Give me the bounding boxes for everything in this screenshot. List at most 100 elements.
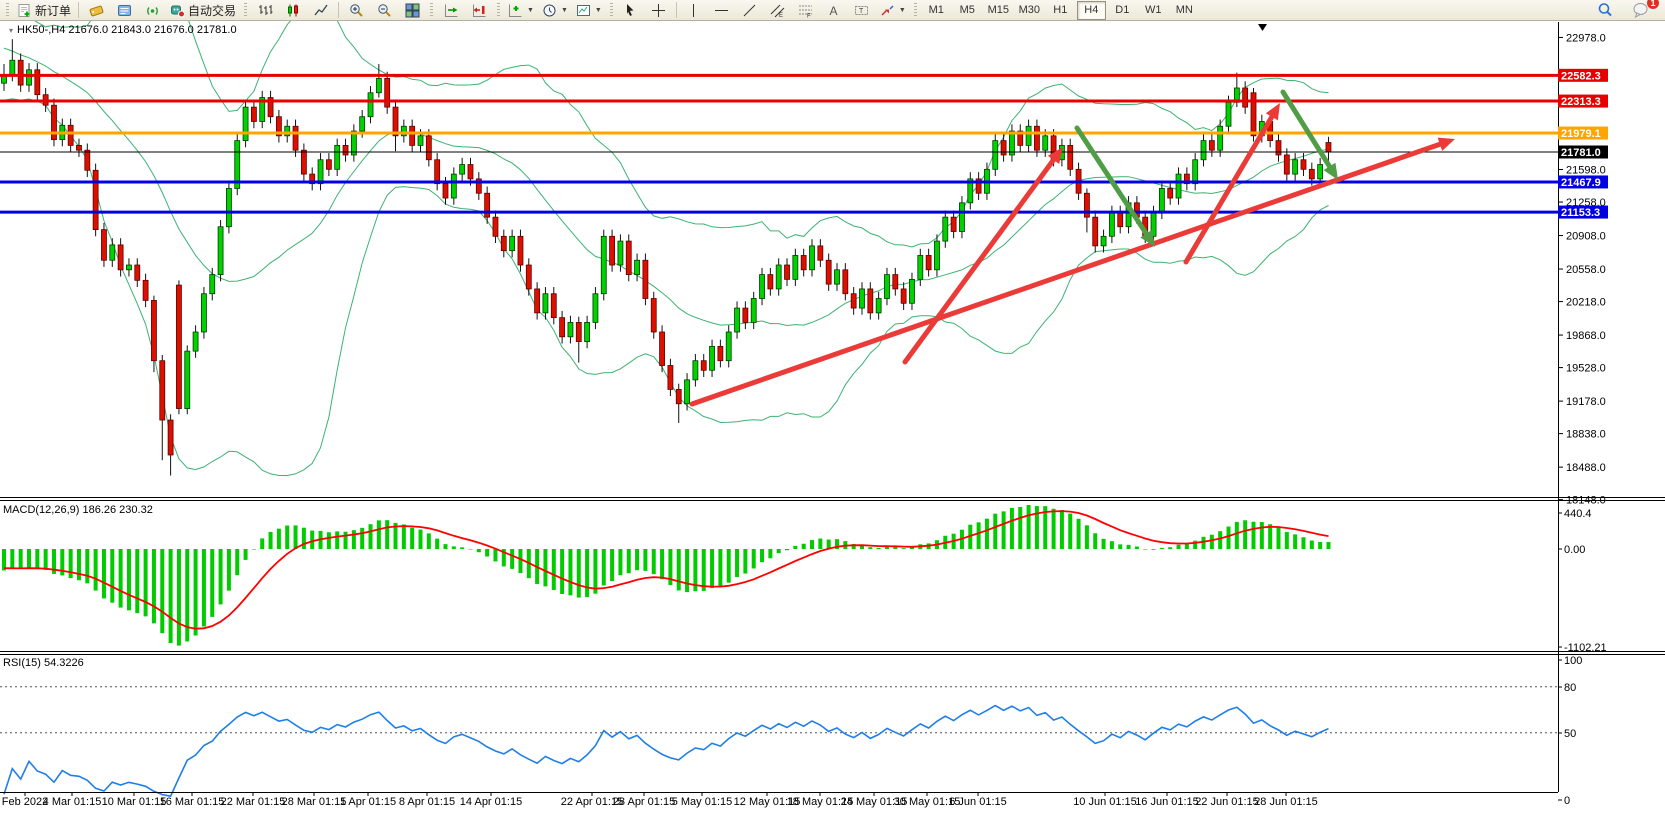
rsi-indicator-label: RSI(15) 54.3226 xyxy=(3,657,84,669)
cursor-icon xyxy=(623,3,638,18)
market-watch-button[interactable] xyxy=(82,0,110,20)
svg-text:21598.0: 21598.0 xyxy=(1566,165,1606,177)
svg-text:10 Mar 01:15: 10 Mar 01:15 xyxy=(102,796,167,808)
notifications-button[interactable]: 1 xyxy=(1627,0,1655,20)
channel-icon: E xyxy=(770,3,785,18)
fibonacci-button[interactable]: F xyxy=(792,0,820,20)
text-label-button[interactable]: T xyxy=(848,0,876,20)
templates-button[interactable]: ▼ xyxy=(572,0,606,20)
toolbar-grip xyxy=(430,3,433,17)
svg-text:6 Jun 01:15: 6 Jun 01:15 xyxy=(949,796,1007,808)
svg-text:8 Apr 01:15: 8 Apr 01:15 xyxy=(399,796,455,808)
zoom-out-button[interactable] xyxy=(370,0,398,20)
horizontal-line-icon xyxy=(714,3,729,18)
periods-menu-button[interactable]: ▼ xyxy=(538,0,572,20)
svg-text:A: A xyxy=(830,4,838,18)
svg-text:21153.3: 21153.3 xyxy=(1561,207,1600,219)
trendline-icon xyxy=(742,3,757,18)
svg-text:F: F xyxy=(807,13,811,18)
trading-app-window: 新订单 自动交易 ▼ ▼ ▼ E F A T xyxy=(0,0,1665,822)
text-label-icon: T xyxy=(854,3,869,18)
chevron-down-icon: ▼ xyxy=(561,7,568,14)
notification-badge: 1 xyxy=(1647,0,1659,9)
trendline-button[interactable] xyxy=(736,0,764,20)
vertical-line-button[interactable] xyxy=(680,0,708,20)
templates-icon xyxy=(576,3,591,18)
timeframe-W1[interactable]: W1 xyxy=(1139,1,1168,20)
data-window-button[interactable] xyxy=(110,0,138,20)
svg-text:E: E xyxy=(779,13,783,18)
crosshair-button[interactable] xyxy=(645,0,673,20)
signals-icon xyxy=(145,3,160,18)
svg-text:16 Mar 01:15: 16 Mar 01:15 xyxy=(160,796,225,808)
auto-scroll-icon xyxy=(444,3,459,18)
tile-windows-button[interactable] xyxy=(398,0,426,20)
new-order-button[interactable]: 新订单 xyxy=(13,0,75,20)
chart-menu-icon: ▾ xyxy=(9,26,13,35)
chart-shift-button[interactable] xyxy=(465,0,493,20)
timeframe-D1[interactable]: D1 xyxy=(1108,1,1137,20)
vertical-line-icon xyxy=(686,3,701,18)
svg-text:22 Jun 01:15: 22 Jun 01:15 xyxy=(1195,796,1259,808)
svg-text:16 Jun 01:15: 16 Jun 01:15 xyxy=(1135,796,1199,808)
text-icon: A xyxy=(826,3,841,18)
svg-text:19868.0: 19868.0 xyxy=(1566,330,1606,342)
line-chart-button[interactable] xyxy=(307,0,335,20)
chevron-down-icon: ▼ xyxy=(527,7,534,14)
shift-marker-icon xyxy=(1258,24,1267,31)
timeframe-M30[interactable]: M30 xyxy=(1015,1,1044,20)
autotrading-label: 自动交易 xyxy=(188,2,236,19)
svg-text:50: 50 xyxy=(1564,728,1576,740)
shapes-button[interactable]: ▼ xyxy=(876,0,910,20)
toolbar-right-group: 1 xyxy=(1591,0,1663,20)
timeframe-M5[interactable]: M5 xyxy=(953,1,982,20)
svg-text:18838.0: 18838.0 xyxy=(1566,429,1606,441)
bar-chart-icon xyxy=(258,3,273,18)
timeframe-H1[interactable]: H1 xyxy=(1046,1,1075,20)
auto-scroll-button[interactable] xyxy=(437,0,465,20)
timeframe-M15[interactable]: M15 xyxy=(984,1,1013,20)
candle-chart-button[interactable] xyxy=(279,0,307,20)
clock-icon xyxy=(542,3,557,18)
svg-text:20218.0: 20218.0 xyxy=(1566,297,1606,309)
cursor-button[interactable] xyxy=(617,0,645,20)
svg-text:22313.3: 22313.3 xyxy=(1561,96,1601,108)
svg-text:22 Mar 01:15: 22 Mar 01:15 xyxy=(221,796,286,808)
autotrading-icon xyxy=(170,3,185,18)
toolbar-grip xyxy=(6,3,9,17)
bar-chart-button[interactable] xyxy=(251,0,279,20)
svg-text:80: 80 xyxy=(1564,682,1576,694)
toolbar-separator xyxy=(78,2,79,18)
timeframe-M1[interactable]: M1 xyxy=(922,1,951,20)
search-button[interactable] xyxy=(1591,0,1619,20)
svg-text:22978.0: 22978.0 xyxy=(1566,32,1606,44)
new-order-icon xyxy=(17,3,32,18)
indicators-button[interactable]: ▼ xyxy=(504,0,538,20)
chart-canvas[interactable]: 22978.021598.021258.020908.020558.020218… xyxy=(0,0,1665,822)
channel-button[interactable]: E xyxy=(764,0,792,20)
svg-text:21467.9: 21467.9 xyxy=(1561,177,1601,189)
toolbar-grip xyxy=(244,3,247,17)
timeframe-group: M1M5M15M30H1H4D1W1MN xyxy=(921,1,1200,20)
text-button[interactable]: A xyxy=(820,0,848,20)
svg-text:28 Apr 01:15: 28 Apr 01:15 xyxy=(613,796,675,808)
main-toolbar: 新订单 自动交易 ▼ ▼ ▼ E F A T xyxy=(0,0,1665,21)
toolbar-grip xyxy=(610,3,613,17)
svg-text:21979.1: 21979.1 xyxy=(1561,128,1601,140)
timeframe-MN[interactable]: MN xyxy=(1170,1,1199,20)
timeframe-H4[interactable]: H4 xyxy=(1077,1,1106,20)
autotrading-button[interactable]: 自动交易 xyxy=(166,0,240,20)
zoom-in-button[interactable] xyxy=(342,0,370,20)
svg-text:18488.0: 18488.0 xyxy=(1566,462,1606,474)
toolbar-separator xyxy=(338,2,339,18)
search-icon xyxy=(1597,2,1613,18)
crosshair-icon xyxy=(651,3,666,18)
chart-shift-icon xyxy=(472,3,487,18)
chevron-down-icon: ▼ xyxy=(595,7,602,14)
horizontal-line-button[interactable] xyxy=(708,0,736,20)
signals-button[interactable] xyxy=(138,0,166,20)
line-chart-icon xyxy=(314,3,329,18)
svg-text:440.4: 440.4 xyxy=(1564,508,1592,520)
svg-text:20558.0: 20558.0 xyxy=(1566,264,1606,276)
svg-text:18148.0: 18148.0 xyxy=(1566,495,1606,507)
